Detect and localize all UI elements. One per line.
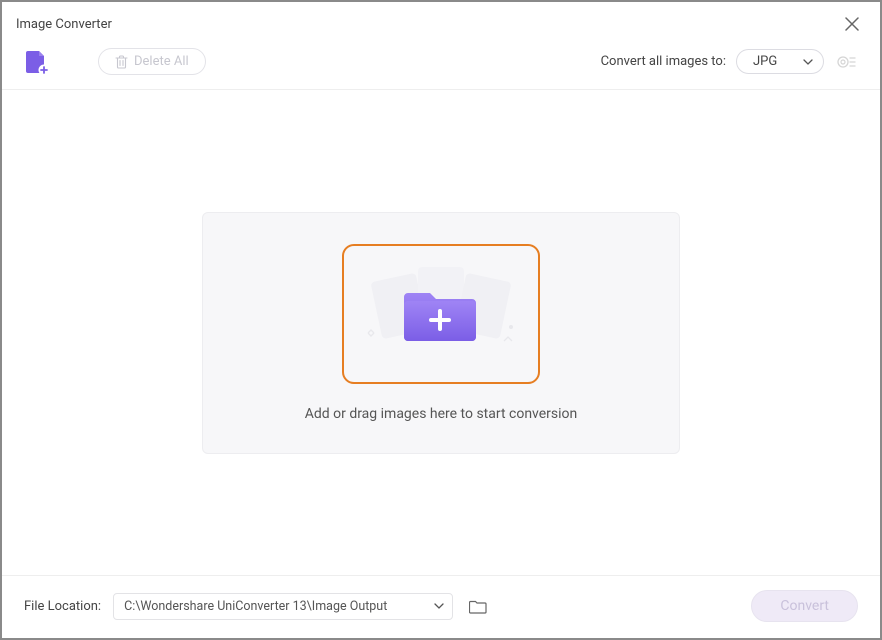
open-folder-button[interactable] (469, 599, 487, 614)
file-location-path: C:\Wondershare UniConverter 13\Image Out… (124, 599, 387, 614)
footer: File Location: C:\Wondershare UniConvert… (2, 575, 880, 638)
output-settings-button[interactable] (834, 50, 858, 74)
delete-all-button[interactable]: Delete All (98, 48, 206, 75)
file-location-select[interactable]: C:\Wondershare UniConverter 13\Image Out… (113, 593, 453, 620)
convert-all-label: Convert all images to: (601, 54, 726, 69)
folder-icon (469, 599, 487, 614)
main-area: Add or drag images here to start convers… (2, 90, 880, 575)
titlebar: Image Converter (2, 2, 880, 42)
dropzone[interactable]: Add or drag images here to start convers… (202, 212, 680, 454)
output-format-value: JPG (753, 54, 777, 69)
add-file-icon (24, 49, 50, 75)
dropzone-instruction: Add or drag images here to start convers… (305, 406, 578, 422)
file-location-label: File Location: (24, 599, 101, 614)
chevron-down-icon (434, 603, 444, 609)
convert-button[interactable]: Convert (751, 590, 858, 622)
add-file-button[interactable] (24, 49, 50, 75)
settings-icon (836, 53, 856, 71)
add-files-dropframe[interactable] (342, 244, 540, 384)
delete-all-label: Delete All (134, 54, 189, 69)
trash-icon (115, 55, 128, 69)
window-title: Image Converter (16, 17, 112, 32)
convert-button-label: Convert (780, 598, 829, 614)
close-button[interactable] (838, 10, 866, 38)
chevron-down-icon (803, 59, 813, 65)
output-format-select[interactable]: JPG (736, 49, 824, 74)
toolbar: Delete All Convert all images to: JPG (2, 42, 880, 90)
close-icon (845, 17, 859, 31)
add-folder-plus-icon (402, 283, 480, 345)
